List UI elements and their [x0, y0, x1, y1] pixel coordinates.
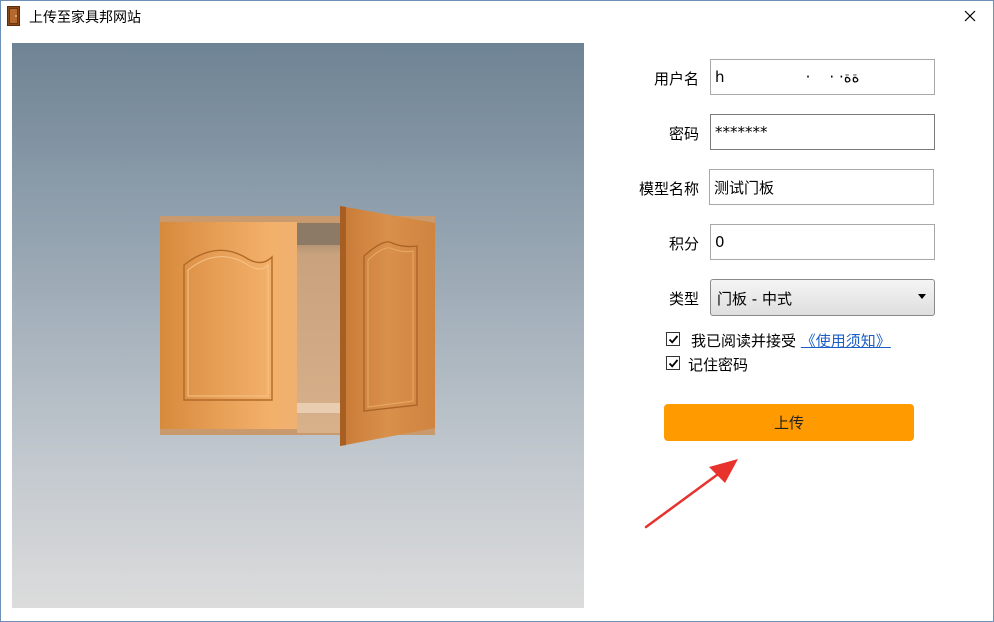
points-label: 积分 [668, 235, 699, 253]
username-input[interactable] [710, 59, 935, 95]
remember-password-checkbox[interactable] [666, 356, 680, 370]
chevron-down-icon [918, 294, 926, 299]
password-label: 密码 [668, 125, 699, 143]
window-title: 上传至家具邦网站 [29, 10, 141, 26]
close-icon [964, 7, 976, 26]
username-label: 用户名 [653, 70, 699, 88]
type-label: 类型 [668, 290, 699, 308]
points-input[interactable] [710, 224, 935, 260]
cabinet-model-render [160, 206, 435, 446]
model-name-label: 模型名称 [638, 180, 699, 198]
upload-button[interactable]: 上传 [664, 404, 914, 441]
upload-dialog: 上传至家具邦网站 用户名 h · · ·ةة 密码 ******* 模型名称 测… [0, 0, 994, 622]
password-input[interactable] [710, 114, 935, 150]
agreement-text: 我已阅读并接受 [691, 332, 797, 350]
model-preview [12, 43, 584, 608]
upload-button-label: 上传 [773, 414, 804, 432]
type-select[interactable]: 门板 - 中式 [710, 279, 935, 316]
title-bar: 上传至家具邦网站 [1, 1, 993, 31]
remember-password-label: 记住密码 [688, 356, 749, 374]
annotation-arrow-icon [644, 459, 738, 529]
close-button[interactable] [947, 1, 993, 31]
terms-link[interactable]: 《使用须知》 [801, 332, 891, 350]
agreement-label: 我已阅读并接受 《使用须知》 [691, 330, 891, 351]
type-selected-value: 门板 - 中式 [717, 290, 792, 308]
model-name-input[interactable] [709, 169, 934, 205]
checkmark-icon [668, 359, 679, 368]
cabinet-door-icon [7, 6, 20, 26]
agreement-checkbox[interactable] [666, 332, 680, 346]
checkmark-icon [668, 335, 679, 344]
